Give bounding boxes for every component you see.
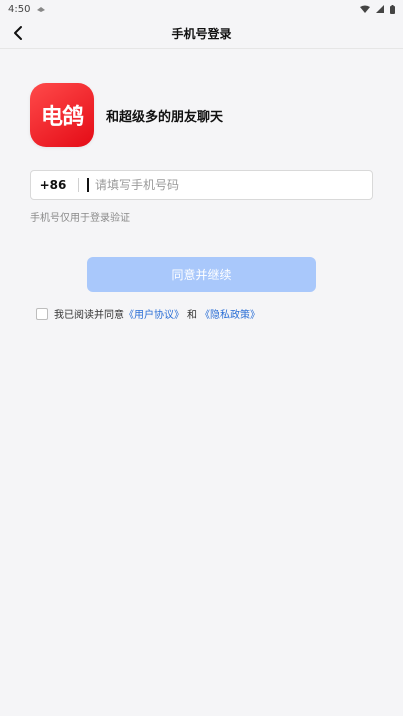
phone-number-input[interactable] bbox=[87, 178, 372, 192]
status-left: 4:50 bbox=[8, 4, 46, 15]
battery-icon bbox=[390, 4, 395, 14]
app-logo: 电鸽 bbox=[30, 83, 94, 147]
terms-prefix: 我已阅读并同意 bbox=[54, 310, 124, 321]
wifi-icon bbox=[360, 5, 370, 13]
chevron-left-icon bbox=[14, 26, 22, 40]
country-code[interactable]: +86 bbox=[31, 178, 75, 192]
terms-row: 我已阅读并同意 《用户协议》 和 《隐私政策》 bbox=[36, 306, 260, 321]
input-divider bbox=[78, 178, 79, 192]
tagline: 和超级多的朋友聊天 bbox=[106, 109, 224, 125]
user-agreement-link[interactable]: 《用户协议》 bbox=[124, 306, 184, 321]
header: 手机号登录 bbox=[0, 18, 403, 49]
phone-input-row: +86 bbox=[30, 170, 373, 200]
terms-and: 和 bbox=[187, 310, 197, 321]
status-right bbox=[360, 4, 395, 14]
phone-hint: 手机号仅用于登录验证 bbox=[30, 213, 130, 224]
terms-checkbox[interactable] bbox=[36, 307, 48, 320]
logo-text: 电鸽 bbox=[40, 105, 84, 130]
privacy-policy-link[interactable]: 《隐私政策》 bbox=[200, 306, 260, 321]
agree-continue-button[interactable]: 同意并继续 bbox=[87, 257, 316, 292]
signal-icon bbox=[376, 5, 384, 13]
status-bar: 4:50 bbox=[0, 0, 403, 18]
notification-icon bbox=[36, 5, 46, 13]
back-button[interactable] bbox=[6, 21, 30, 45]
brand-section: 电鸽 和超级多的朋友聊天 bbox=[30, 83, 223, 147]
page-title: 手机号登录 bbox=[171, 26, 232, 41]
status-time: 4:50 bbox=[8, 3, 31, 15]
